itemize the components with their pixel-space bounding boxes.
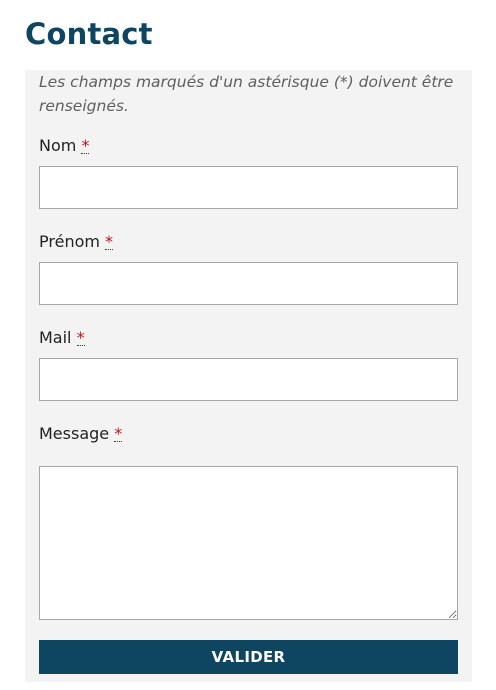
prenom-label: Prénom *	[39, 231, 114, 253]
nom-input[interactable]	[39, 166, 458, 209]
required-asterisk: *	[81, 136, 90, 155]
required-asterisk: *	[76, 328, 85, 347]
required-fields-note: Les champs marqués d'un astérisque (*) d…	[39, 73, 454, 115]
message-textarea[interactable]	[39, 466, 458, 620]
mail-label: Mail *	[39, 327, 85, 349]
contact-form: Les champs marqués d'un astérisque (*) d…	[25, 70, 472, 682]
page-title: Contact	[25, 17, 153, 51]
nom-label-text: Nom	[39, 136, 77, 155]
submit-button[interactable]: VALIDER	[39, 640, 458, 674]
prenom-label-text: Prénom	[39, 232, 100, 251]
mail-label-text: Mail	[39, 328, 72, 347]
mail-input[interactable]	[39, 358, 458, 401]
prenom-input[interactable]	[39, 262, 458, 305]
message-label-text: Message	[39, 424, 110, 443]
required-asterisk: *	[114, 424, 123, 443]
message-label: Message *	[39, 423, 123, 445]
nom-label: Nom *	[39, 135, 90, 157]
contact-page: Contact Les champs marqués d'un astérisq…	[0, 0, 496, 690]
required-asterisk: *	[105, 232, 114, 251]
